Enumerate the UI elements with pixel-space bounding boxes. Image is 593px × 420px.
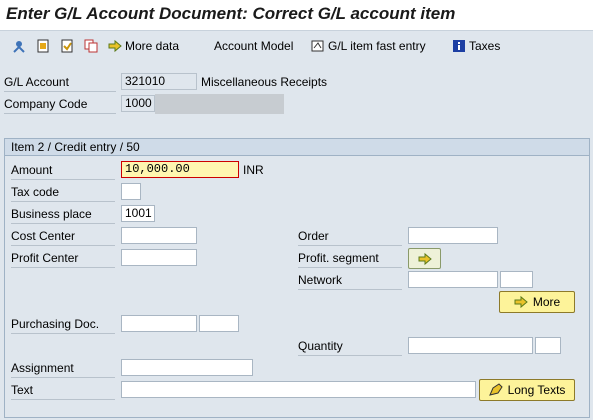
purchasing-doc-input[interactable] bbox=[121, 315, 197, 332]
long-texts-label: Long Texts bbox=[507, 383, 566, 397]
purchasing-doc-label: Purchasing Doc. bbox=[11, 315, 115, 334]
long-texts-button[interactable]: Long Texts bbox=[479, 379, 575, 401]
business-place-input[interactable]: 1001 bbox=[121, 205, 155, 222]
quantity-unit-input[interactable] bbox=[535, 337, 561, 354]
hold-document-icon[interactable] bbox=[12, 38, 26, 54]
gl-item-fast-entry-button[interactable]: G/L item fast entry bbox=[311, 38, 426, 54]
taxes-label: Taxes bbox=[469, 39, 501, 53]
network-label: Network bbox=[298, 271, 402, 290]
profit-center-label: Profit Center bbox=[11, 249, 115, 268]
fast-entry-icon bbox=[311, 40, 324, 52]
more-data-label: More data bbox=[125, 39, 180, 53]
window-title: Enter G/L Account Document: Correct G/L … bbox=[6, 4, 456, 23]
item-group-title: Item 2 / Credit entry / 50 bbox=[11, 140, 140, 154]
item-group-header: Item 2 / Credit entry / 50 bbox=[5, 139, 589, 156]
tax-code-label: Tax code bbox=[11, 183, 115, 202]
arrow-right-icon bbox=[418, 252, 432, 266]
order-label: Order bbox=[298, 227, 402, 246]
assignment-label: Assignment bbox=[11, 359, 115, 378]
profit-center-input[interactable] bbox=[121, 249, 197, 266]
gl-account-label: G/L Account bbox=[4, 73, 116, 92]
arrow-right-icon bbox=[514, 295, 528, 309]
purchasing-doc-item-input[interactable] bbox=[199, 315, 239, 332]
gl-account-description: Miscellaneous Receipts bbox=[201, 75, 328, 89]
quantity-label: Quantity bbox=[298, 337, 402, 356]
copy-icon[interactable] bbox=[84, 38, 98, 54]
cost-center-input[interactable] bbox=[121, 227, 197, 244]
amount-input[interactable]: 10,000.00 bbox=[121, 161, 239, 178]
quantity-input[interactable] bbox=[408, 337, 533, 354]
application-toolbar: More data Account Model G/L item fast en… bbox=[0, 31, 593, 61]
text-label: Text bbox=[11, 381, 115, 400]
currency-label: INR bbox=[243, 163, 264, 177]
account-model-button[interactable]: Account Model bbox=[214, 38, 293, 54]
company-code-field: 1000 bbox=[121, 95, 155, 112]
account-model-label: Account Model bbox=[214, 39, 294, 53]
more-button-label: More bbox=[532, 295, 561, 309]
more-button[interactable]: More bbox=[499, 291, 575, 313]
gl-item-fast-entry-label: G/L item fast entry bbox=[328, 39, 426, 53]
company-code-label: Company Code bbox=[4, 95, 116, 114]
gl-account-field: 321010 bbox=[121, 73, 197, 90]
cost-center-label: Cost Center bbox=[11, 227, 115, 246]
network-input[interactable] bbox=[408, 271, 498, 288]
profit-segment-label: Profit. segment bbox=[298, 249, 402, 268]
business-place-label: Business place bbox=[11, 205, 115, 224]
order-input[interactable] bbox=[408, 227, 498, 244]
arrow-right-icon bbox=[108, 39, 122, 53]
simulate-icon[interactable] bbox=[36, 38, 50, 54]
text-input[interactable] bbox=[121, 381, 476, 398]
park-document-icon[interactable] bbox=[60, 38, 74, 54]
more-data-button[interactable]: More data bbox=[108, 38, 179, 54]
long-texts-icon bbox=[488, 383, 503, 396]
assignment-input[interactable] bbox=[121, 359, 253, 376]
network-activity-input[interactable] bbox=[500, 271, 533, 288]
tax-code-input[interactable] bbox=[121, 183, 141, 200]
taxes-button[interactable]: Taxes bbox=[452, 38, 500, 54]
profit-segment-button[interactable] bbox=[408, 248, 441, 269]
title-bar: Enter G/L Account Document: Correct G/L … bbox=[0, 0, 593, 31]
info-icon bbox=[453, 40, 465, 52]
company-name-redacted bbox=[155, 94, 284, 114]
amount-label: Amount bbox=[11, 161, 115, 180]
